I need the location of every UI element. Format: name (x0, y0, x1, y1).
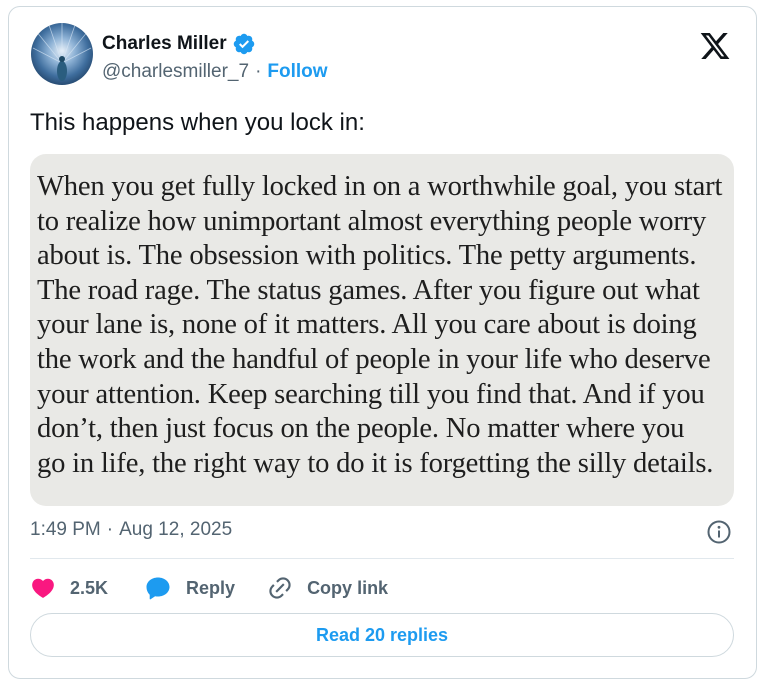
author-display-name[interactable]: Charles Miller (102, 33, 227, 55)
read-replies-button[interactable]: Read 20 replies (30, 613, 734, 657)
copy-link-label: Copy link (307, 577, 389, 598)
tweet-media-image[interactable]: When you get fully locked in on a worthw… (30, 154, 734, 506)
like-button[interactable]: 2.5K (30, 575, 108, 601)
reply-button[interactable]: Reply (144, 575, 235, 601)
follow-link[interactable]: Follow (267, 61, 327, 83)
reply-bubble-icon (146, 577, 170, 600)
tweet-timestamp[interactable]: 1:49 PM · Aug 12, 2025 (30, 519, 232, 541)
tweet-embed-card: Charles Miller @charlesmiller_7 · Follow… (8, 6, 757, 679)
separator-dot: · (255, 61, 262, 82)
tweet-time: 1:49 PM (30, 519, 101, 540)
copy-link-button[interactable]: Copy link (267, 575, 388, 601)
avatar[interactable] (31, 23, 93, 85)
quote-line: don’t, then just focus on the people. No… (37, 413, 685, 445)
quote-line: go in life, the right way to do it is fo… (37, 447, 714, 479)
like-count: 2.5K (70, 577, 109, 598)
quote-line: your attention. Keep searching till you … (37, 378, 705, 410)
quote-line: the work and the handful of people in yo… (37, 343, 711, 375)
read-replies-label: Read 20 replies (315, 624, 449, 645)
author-handle-row: @charlesmiller_7 · Follow (102, 61, 328, 83)
link-icon (269, 577, 291, 599)
tweet-date: Aug 12, 2025 (119, 519, 233, 540)
divider (30, 558, 734, 559)
quote-line: to realize how unimportant almost everyt… (37, 205, 707, 237)
author-handle[interactable]: @charlesmiller_7 (102, 61, 249, 83)
quote-line: your lane is, none of it matters. All yo… (37, 309, 697, 341)
heart-icon (32, 578, 54, 598)
x-logo-icon[interactable] (699, 30, 731, 62)
author-name-row: Charles Miller (102, 32, 256, 56)
image-quote-text: When you get fully locked in on a worthw… (37, 170, 734, 481)
quote-line: about is. The obsession with politics. T… (37, 240, 697, 272)
quote-line: When you get fully locked in on a worthw… (37, 171, 723, 202)
verified-badge-icon (232, 32, 256, 56)
tweet-text: This happens when you lock in: (30, 109, 365, 136)
separator-dot: · (106, 519, 114, 540)
tweet-actions: 2.5K Reply Copy link (30, 573, 388, 603)
info-icon[interactable] (706, 519, 732, 545)
reply-label: Reply (186, 577, 236, 598)
quote-line: The road rage. The status games. After y… (37, 274, 700, 306)
avatar-image (31, 23, 93, 85)
